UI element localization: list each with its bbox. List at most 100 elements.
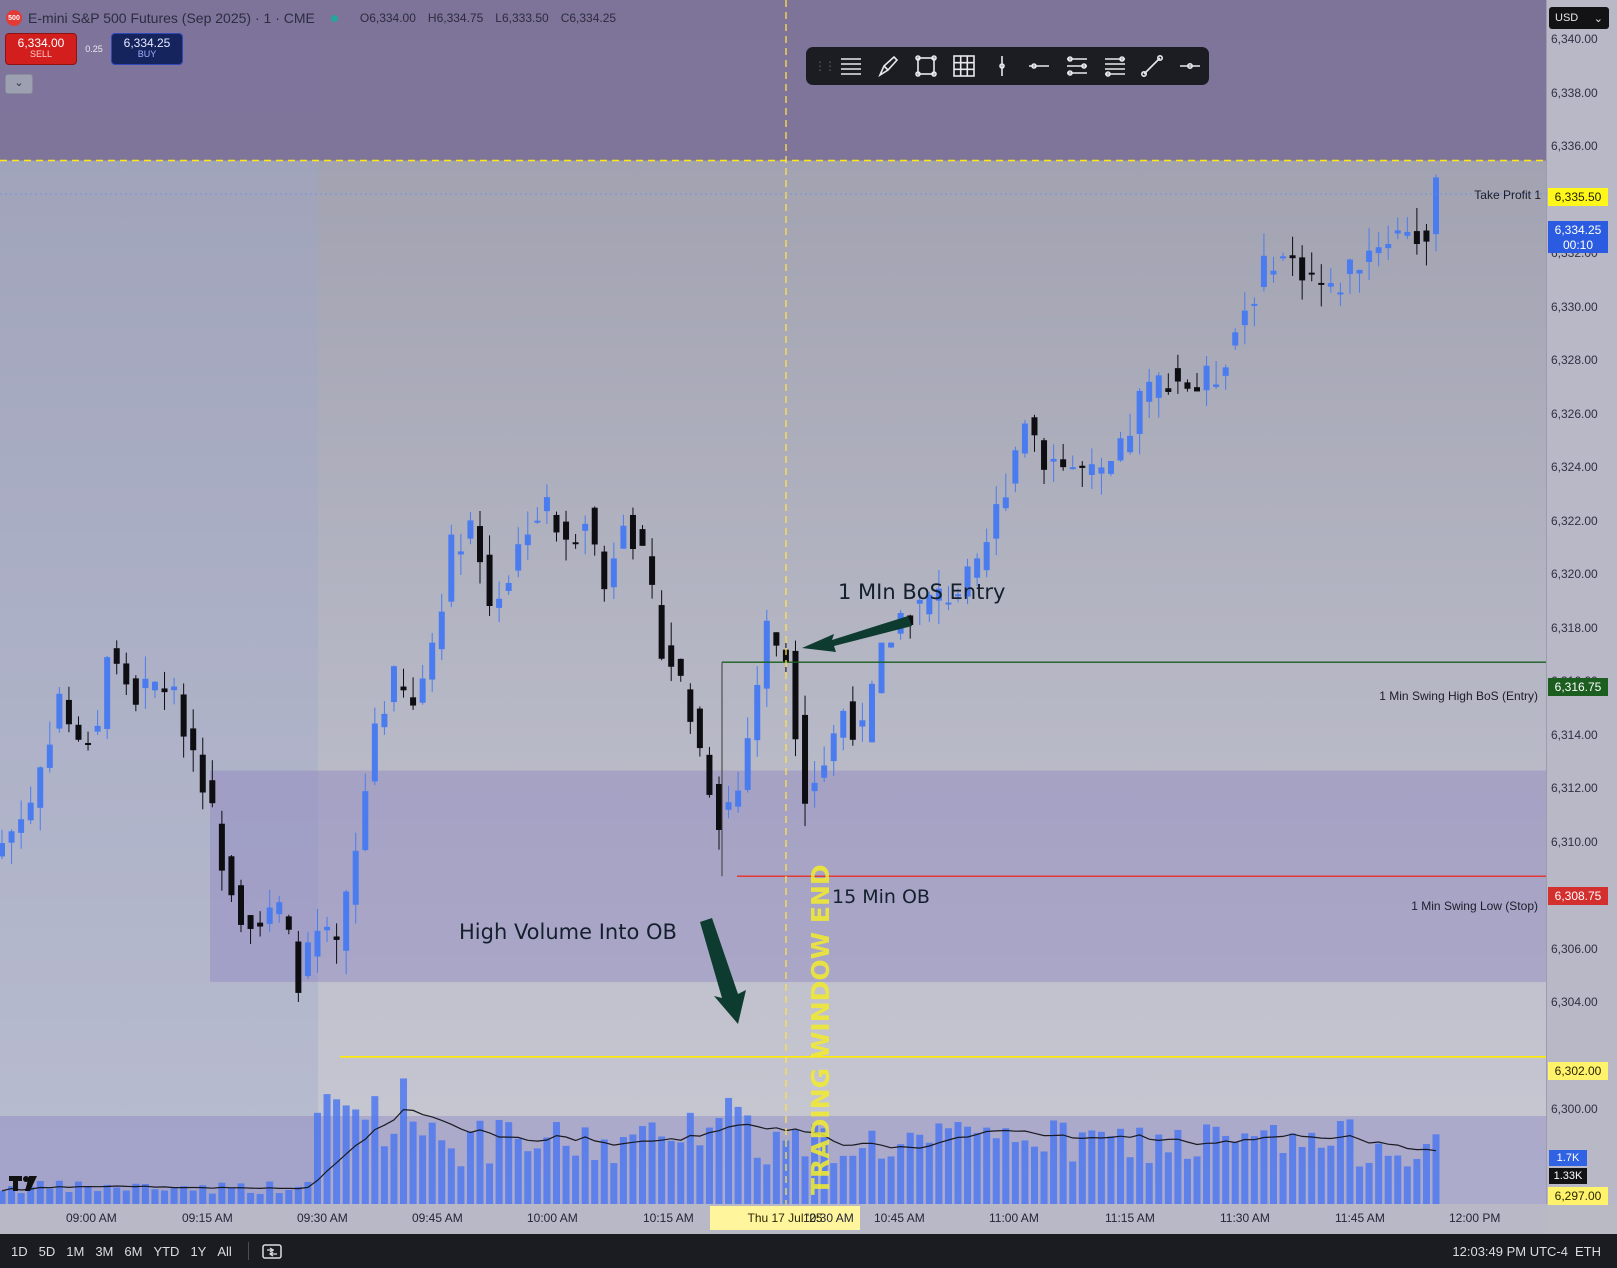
volume-bar [1174, 1129, 1182, 1204]
volume-bar [0, 1190, 6, 1204]
candle-body [811, 782, 818, 792]
range-button-3m[interactable]: 3M [95, 1244, 113, 1259]
candle-body [496, 598, 503, 608]
candle-body [37, 767, 44, 808]
entry-level-label[interactable]: 1 Min Swing High BoS (Entry) [1379, 689, 1538, 703]
price-axis[interactable] [1546, 0, 1617, 1204]
candle-body [582, 523, 589, 531]
volume-bar [227, 1187, 235, 1204]
candle-body [591, 507, 598, 545]
volume-bar [1289, 1133, 1297, 1204]
candle-body [1433, 177, 1439, 235]
lines-icon[interactable] [832, 49, 870, 83]
volume-bar [294, 1186, 302, 1204]
grid-icon[interactable] [945, 49, 983, 83]
buy-button[interactable]: 6,334.25 BUY [111, 33, 183, 65]
volume-bar [964, 1126, 972, 1204]
sell-button[interactable]: 6,334.00 SELL [5, 33, 77, 65]
range-button-5d[interactable]: 5D [39, 1244, 56, 1259]
volume-bar [65, 1192, 73, 1204]
candle-body [974, 558, 981, 578]
candle-body [1375, 247, 1382, 254]
symbol-title[interactable]: E-mini S&P 500 Futures (Sep 2025) · 1 · … [28, 10, 315, 26]
candle-body [0, 843, 5, 857]
volume-bar [562, 1145, 570, 1204]
volume-bar [438, 1140, 446, 1204]
drag-handle-icon[interactable]: ⋮⋮ [814, 59, 836, 73]
volume-bar [916, 1134, 924, 1204]
vertical-line-icon[interactable] [983, 49, 1021, 83]
chevron-down-icon[interactable]: ⌄ [5, 74, 33, 94]
candle-body [1232, 332, 1239, 346]
symbol-logo-icon[interactable]: 500 [6, 10, 22, 26]
volume-bar [486, 1163, 494, 1204]
candle-body [696, 708, 703, 749]
tradingview-logo-icon[interactable] [8, 1173, 42, 1193]
stop-price-label: 6,308.75 [1548, 887, 1608, 905]
price-tick-label: 6,326.00 [1551, 406, 1598, 421]
volume-bar [725, 1097, 733, 1204]
volume-bar [705, 1127, 713, 1204]
volume-bar [476, 1120, 484, 1204]
candle-body [295, 941, 302, 993]
volume-bar [275, 1193, 283, 1204]
fib-retracement-icon[interactable] [1096, 49, 1134, 83]
trend-line-icon[interactable] [1134, 49, 1172, 83]
candle-body [1327, 283, 1334, 287]
horizontal-line-icon[interactable] [1021, 49, 1059, 83]
volume-bar [122, 1190, 130, 1204]
brush-icon[interactable] [870, 49, 908, 83]
currency-select[interactable]: USD ⌄ [1549, 7, 1609, 29]
range-button-1d[interactable]: 1D [11, 1244, 28, 1259]
rectangle-icon[interactable] [907, 49, 945, 83]
range-button-all[interactable]: All [217, 1244, 231, 1259]
trading-window-annotation[interactable]: TRADING WINDOW END [806, 864, 835, 1195]
price-tick-label: 6,324.00 [1551, 460, 1598, 475]
volume-bar [925, 1142, 933, 1204]
chevron-down-icon: ⌄ [1593, 12, 1603, 25]
candle-body [658, 605, 665, 659]
horizontal-ray-icon[interactable] [1171, 49, 1209, 83]
high-volume-annotation[interactable]: High Volume Into OB [459, 920, 677, 944]
volume-bar [1327, 1145, 1335, 1204]
volume-bar [266, 1181, 274, 1204]
volume-bar [935, 1123, 943, 1204]
candle-body [171, 686, 178, 691]
candle-body [410, 697, 417, 706]
volume-bar [734, 1106, 742, 1204]
volume-bar [610, 1163, 618, 1204]
candle-body [572, 542, 579, 545]
take-profit-label[interactable]: Take Profit 1 [1474, 188, 1541, 202]
bar-countdown: 00:10 [1562, 238, 1594, 252]
volume-bar [1088, 1130, 1096, 1204]
candle-body [1117, 438, 1124, 461]
volume-bar [113, 1187, 121, 1204]
candle-body [65, 699, 72, 725]
volume-bar [1030, 1146, 1038, 1204]
bos-entry-annotation[interactable]: 1 MIn BoS Entry [838, 580, 1005, 604]
candle-body [1174, 368, 1181, 382]
time-tick-label: 11:00 AM [989, 1211, 1039, 1225]
candle-body [610, 558, 617, 588]
ob-annotation[interactable]: 15 Min OB [832, 886, 930, 908]
clock[interactable]: 12:03:49 PM UTC-4 [1452, 1244, 1568, 1259]
candle-body [1308, 272, 1315, 275]
range-button-6m[interactable]: 6M [124, 1244, 142, 1259]
candle-body [524, 534, 531, 546]
volume-bar [839, 1155, 847, 1204]
candle-body [209, 780, 216, 804]
candle-body [830, 733, 837, 762]
stop-level-label[interactable]: 1 Min Swing Low (Stop) [1411, 899, 1538, 913]
date-range-icon[interactable] [261, 1242, 283, 1260]
candle-body [218, 823, 225, 871]
volume-bar [1279, 1152, 1287, 1204]
market-status-icon [330, 14, 338, 22]
buy-price: 6,334.25 [123, 36, 171, 50]
candle-body [304, 942, 311, 977]
range-button-1m[interactable]: 1M [66, 1244, 84, 1259]
parallel-channel-icon[interactable] [1058, 49, 1096, 83]
session-toggle[interactable]: ETH [1575, 1244, 1601, 1259]
range-button-1y[interactable]: 1Y [190, 1244, 206, 1259]
range-button-ytd[interactable]: YTD [153, 1244, 179, 1259]
volume-bar [333, 1099, 341, 1204]
